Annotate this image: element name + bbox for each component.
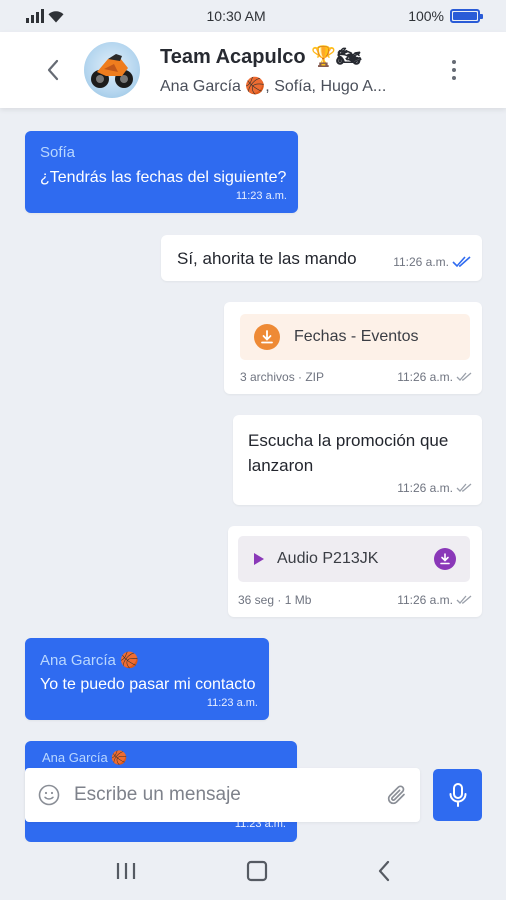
double-check-icon [452,256,471,268]
file-attachment[interactable]: Fechas - Eventos [240,314,470,360]
audio-info: 36 seg · 1 Mb [238,593,312,607]
mic-button[interactable] [433,769,482,821]
message-sender: Ana García 🏀 [40,652,139,669]
message-time: 11:26 a.m. [397,481,453,495]
motorcycle-icon [91,54,133,88]
double-check-icon [456,483,472,492]
message-sender: Ana García 🏀 [42,750,128,765]
paperclip-icon[interactable] [386,783,408,807]
message-input[interactable] [74,784,386,806]
signal-wifi [26,9,64,23]
message-text: ¿Tendrás las fechas del siguiente? [40,169,287,186]
recent-apps-icon[interactable] [115,861,137,881]
message-time: 11:26 a.m. [397,593,453,607]
message-text: Escucha la promoción que lanzaron [248,431,449,475]
message-outgoing[interactable]: Sí, ahorita te las mando 11:26 a.m. [161,235,482,281]
clock: 10:30 AM [206,8,266,24]
message-file[interactable]: Fechas - Eventos 3 archivos · ZIP 11:26 … [224,302,482,394]
message-time: 11:26 a.m. [393,255,449,269]
back-button[interactable] [38,50,68,90]
message-audio[interactable]: Audio P213JK 36 seg · 1 Mb 11:26 a.m. [228,526,482,617]
chevron-left-icon [47,59,59,81]
status-bar: 10:30 AM 100% [0,0,506,32]
system-nav-bar [0,842,506,900]
group-members: Ana García 🏀, Sofía, Hugo A... [160,78,387,95]
wifi-icon [48,11,64,23]
download-icon[interactable] [254,324,280,350]
chat-header: Team Acapulco 🏆🏍 Ana García 🏀, Sofía, Hu… [0,32,506,108]
battery-percent: 100% [408,8,444,24]
battery-icon [450,9,483,23]
home-icon[interactable] [246,860,268,882]
signal-icon [26,9,44,23]
group-avatar[interactable] [84,42,140,98]
double-check-icon [456,372,472,381]
message-time: 11:26 a.m. [397,370,453,384]
microphone-icon [449,783,466,807]
audio-attachment[interactable]: Audio P213JK [238,536,470,582]
back-nav-icon[interactable] [377,860,391,882]
smiley-icon[interactable] [38,784,60,806]
message-time: 11:23 a.m. [235,190,287,202]
group-title: Team Acapulco 🏆🏍 [160,46,362,68]
message-sender: Sofía [40,144,76,161]
download-icon[interactable] [434,548,456,570]
message-outgoing[interactable]: Escucha la promoción que lanzaron 11:26 … [233,415,482,505]
file-name: Fechas - Eventos [294,328,419,345]
kebab-menu-icon[interactable] [442,50,466,90]
message-time: 11:23 a.m. [206,697,258,709]
message-text: Yo te puedo pasar mi contacto [40,676,256,693]
message-text: Sí, ahorita te las mando [177,249,357,268]
message-incoming[interactable]: Ana García 🏀 Yo te puedo pasar mi contac… [25,638,269,720]
double-check-icon [456,595,472,604]
file-info: 3 archivos · ZIP [240,370,325,384]
message-composer [25,768,420,822]
audio-name: Audio P213JK [277,550,379,567]
message-incoming[interactable]: Sofía ¿Tendrás las fechas del siguiente?… [25,131,298,213]
play-icon[interactable] [253,552,265,566]
